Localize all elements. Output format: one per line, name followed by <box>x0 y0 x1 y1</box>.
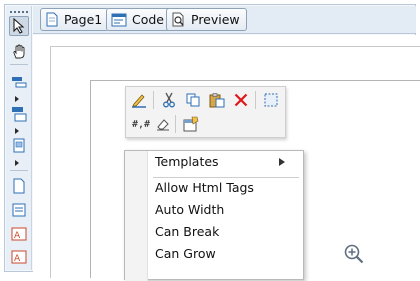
group-tool[interactable] <box>9 104 29 124</box>
page-icon <box>46 12 58 27</box>
page-tool[interactable] <box>9 176 29 196</box>
mini-toolbar: #,# <box>125 86 286 138</box>
label-tool[interactable]: A <box>9 224 29 244</box>
label-icon: A <box>11 250 27 264</box>
toolbar-separator <box>255 91 256 109</box>
format-button[interactable]: #,# <box>130 115 152 133</box>
expand-arrow-icon[interactable] <box>15 128 19 134</box>
properties-button[interactable] <box>182 115 200 133</box>
menu-item-can-grow[interactable]: Can Grow <box>155 245 216 263</box>
section-tool[interactable] <box>9 136 29 156</box>
delete-icon <box>234 93 248 107</box>
svg-text:A: A <box>14 231 21 241</box>
page-icon <box>13 178 25 194</box>
zoom-in-icon <box>344 244 364 264</box>
expand-arrow-icon[interactable] <box>15 96 19 102</box>
paste-button[interactable] <box>208 91 226 109</box>
pointer-icon <box>13 18 25 34</box>
preview-icon <box>172 12 184 27</box>
tab-label: Page1 <box>64 12 103 27</box>
tab-code[interactable]: Code <box>106 8 172 31</box>
label-icon: A <box>11 227 27 241</box>
menu-item-allow-html-tags[interactable]: Allow Html Tags <box>155 179 254 197</box>
cut-button[interactable] <box>160 91 178 109</box>
format-icon: #,# <box>131 118 151 130</box>
report-header-icon <box>12 77 27 88</box>
paste-icon <box>209 93 225 108</box>
edit-pencil-icon <box>132 94 146 108</box>
select-all-button[interactable] <box>262 91 280 109</box>
toolbar-separator <box>153 91 154 109</box>
menu-separator <box>153 177 299 178</box>
tab-preview[interactable]: Preview <box>166 8 247 31</box>
tab-page1[interactable]: Page1 <box>40 8 110 31</box>
expand-arrow-icon[interactable] <box>15 160 19 166</box>
toolbar-separator <box>175 115 176 133</box>
edit-button[interactable] <box>130 91 148 109</box>
eraser-icon <box>157 119 169 131</box>
menu-item-label: Auto Width <box>155 202 225 217</box>
select-all-icon <box>264 93 278 107</box>
submenu-arrow-icon <box>279 158 285 166</box>
context-menu: Templates Allow Html Tags Auto Width Can… <box>124 150 304 281</box>
code-icon <box>111 13 127 26</box>
pointer-tool[interactable] <box>9 16 29 36</box>
delete-button[interactable] <box>232 91 250 109</box>
section-icon <box>13 138 25 153</box>
tab-label: Preview <box>191 12 240 27</box>
toolbox-separator <box>10 64 28 65</box>
copy-button[interactable] <box>184 91 202 109</box>
svg-text:A: A <box>14 254 21 264</box>
cut-icon <box>163 92 175 108</box>
report-header-tool[interactable] <box>9 72 29 92</box>
menu-item-label: Allow Html Tags <box>155 180 254 195</box>
hand-icon <box>13 44 25 59</box>
menu-gutter <box>125 151 148 281</box>
label-tool[interactable]: A <box>9 247 29 267</box>
copy-icon <box>186 93 200 107</box>
zoom-button[interactable] <box>343 243 365 265</box>
menu-item-label: Templates <box>155 154 219 169</box>
toolbox-grip[interactable] <box>10 11 28 13</box>
menu-item-label: Can Break <box>155 224 220 239</box>
clear-format-button[interactable] <box>154 115 172 133</box>
toolbox-separator <box>10 170 28 171</box>
properties-icon <box>183 116 199 132</box>
hand-tool[interactable] <box>9 42 29 62</box>
tab-label: Code <box>132 12 165 27</box>
menu-item-auto-width[interactable]: Auto Width <box>155 201 224 219</box>
menu-item-label: Can Grow <box>155 246 216 261</box>
textbox-tool[interactable] <box>9 200 29 220</box>
menu-item-can-break[interactable]: Can Break <box>155 223 219 241</box>
group-icon <box>12 107 27 122</box>
menu-item-templates[interactable]: Templates <box>155 153 219 171</box>
textbox-icon <box>12 203 26 217</box>
